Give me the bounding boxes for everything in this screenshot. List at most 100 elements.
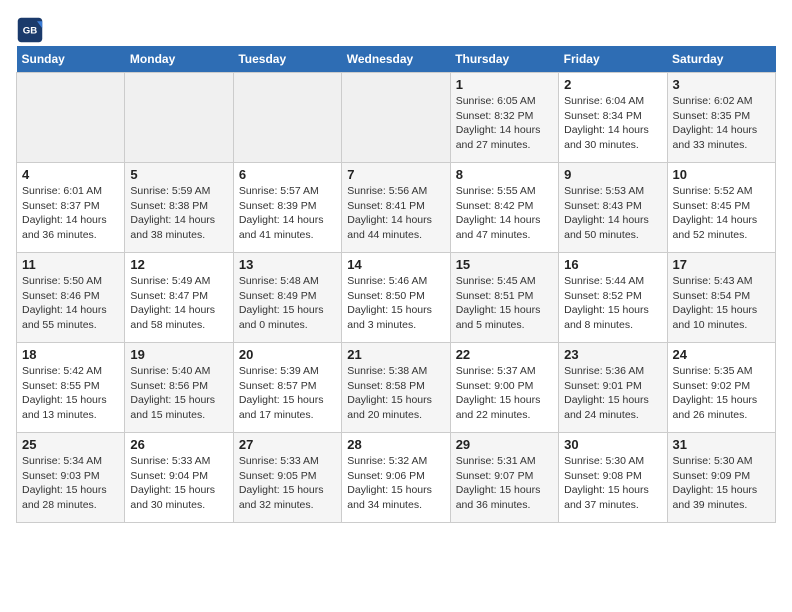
day-info: Sunrise: 5:46 AM Sunset: 8:50 PM Dayligh… <box>347 274 444 333</box>
day-number: 5 <box>130 167 227 182</box>
day-number: 3 <box>673 77 770 92</box>
calendar-cell <box>342 73 450 163</box>
day-number: 7 <box>347 167 444 182</box>
week-row-5: 25 Sunrise: 5:34 AM Sunset: 9:03 PM Dayli… <box>17 433 776 523</box>
day-number: 20 <box>239 347 336 362</box>
day-info: Sunrise: 5:44 AM Sunset: 8:52 PM Dayligh… <box>564 274 661 333</box>
calendar-cell: 20Sunrise: 5:39 AM Sunset: 8:57 PM Dayli… <box>233 343 341 433</box>
calendar-cell: 31 Sunrise: 5:30 AM Sunset: 9:09 PM Dayli… <box>667 433 775 523</box>
day-number: 28 <box>347 437 444 452</box>
logo: GB <box>16 16 52 44</box>
day-info: Sunrise: 5:56 AM Sunset: 8:41 PM Dayligh… <box>347 184 444 243</box>
logo-icon: GB <box>16 16 44 44</box>
calendar-cell <box>125 73 233 163</box>
calendar-cell: 30 Sunrise: 5:30 AM Sunset: 9:08 PM Dayli… <box>559 433 667 523</box>
calendar-cell: 26 Sunrise: 5:33 AM Sunset: 9:04 PM Dayli… <box>125 433 233 523</box>
day-info: Sunrise: 5:52 AM Sunset: 8:45 PM Dayligh… <box>673 184 770 243</box>
day-info: Sunrise: 5:33 AM Sunset: 9:05 PM Dayligh… <box>239 454 336 513</box>
day-number: 9 <box>564 167 661 182</box>
day-info: Sunrise: 6:04 AM Sunset: 8:34 PM Dayligh… <box>564 94 661 153</box>
day-info: Sunrise: 5:36 AM Sunset: 9:01 PM Dayligh… <box>564 364 661 423</box>
calendar-cell: 3 Sunrise: 6:02 AM Sunset: 8:35 PM Daylig… <box>667 73 775 163</box>
day-number: 4 <box>22 167 119 182</box>
day-info: Sunrise: 5:32 AM Sunset: 9:06 PM Dayligh… <box>347 454 444 513</box>
day-info: Sunrise: 5:49 AM Sunset: 8:47 PM Dayligh… <box>130 274 227 333</box>
calendar-cell: 13 Sunrise: 5:48 AM Sunset: 8:49 PM Dayli… <box>233 253 341 343</box>
day-number: 25 <box>22 437 119 452</box>
day-number: 23 <box>564 347 661 362</box>
calendar-cell: 14 Sunrise: 5:46 AM Sunset: 8:50 PM Dayli… <box>342 253 450 343</box>
day-number: 18 <box>22 347 119 362</box>
day-info: Sunrise: 5:50 AM Sunset: 8:46 PM Dayligh… <box>22 274 119 333</box>
header-saturday: Saturday <box>667 46 775 73</box>
day-info: Sunrise: 5:59 AM Sunset: 8:38 PM Dayligh… <box>130 184 227 243</box>
calendar-cell: 23 Sunrise: 5:36 AM Sunset: 9:01 PM Dayli… <box>559 343 667 433</box>
calendar-cell: 4 Sunrise: 6:01 AM Sunset: 8:37 PM Daylig… <box>17 163 125 253</box>
calendar-cell: 21 Sunrise: 5:38 AM Sunset: 8:58 PM Dayli… <box>342 343 450 433</box>
header-monday: Monday <box>125 46 233 73</box>
calendar-cell: 24Sunrise: 5:35 AM Sunset: 9:02 PM Dayli… <box>667 343 775 433</box>
header-wednesday: Wednesday <box>342 46 450 73</box>
calendar-cell: 17 Sunrise: 5:43 AM Sunset: 8:54 PM Dayli… <box>667 253 775 343</box>
day-number: 26 <box>130 437 227 452</box>
day-number: 10 <box>673 167 770 182</box>
day-number: 15 <box>456 257 553 272</box>
day-number: 13 <box>239 257 336 272</box>
calendar-cell: 6 Sunrise: 5:57 AM Sunset: 8:39 PM Daylig… <box>233 163 341 253</box>
day-info: Sunrise: 5:37 AM Sunset: 9:00 PM Dayligh… <box>456 364 553 423</box>
day-number: 31 <box>673 437 770 452</box>
calendar-table: SundayMondayTuesdayWednesdayThursdayFrid… <box>16 46 776 523</box>
week-row-4: 18 Sunrise: 5:42 AM Sunset: 8:55 PM Dayli… <box>17 343 776 433</box>
calendar-cell: 1 Sunrise: 6:05 AM Sunset: 8:32 PM Daylig… <box>450 73 558 163</box>
day-info: Sunrise: 5:55 AM Sunset: 8:42 PM Dayligh… <box>456 184 553 243</box>
day-info: Sunrise: 5:34 AM Sunset: 9:03 PM Dayligh… <box>22 454 119 513</box>
day-info: Sunrise: 6:05 AM Sunset: 8:32 PM Dayligh… <box>456 94 553 153</box>
day-number: 21 <box>347 347 444 362</box>
day-info: Sunrise: 5:30 AM Sunset: 9:08 PM Dayligh… <box>564 454 661 513</box>
calendar-cell: 16Sunrise: 5:44 AM Sunset: 8:52 PM Dayli… <box>559 253 667 343</box>
calendar-cell <box>17 73 125 163</box>
calendar-cell: 9 Sunrise: 5:53 AM Sunset: 8:43 PM Daylig… <box>559 163 667 253</box>
calendar-cell: 8Sunrise: 5:55 AM Sunset: 8:42 PM Daylig… <box>450 163 558 253</box>
calendar-header: SundayMondayTuesdayWednesdayThursdayFrid… <box>17 46 776 73</box>
svg-text:GB: GB <box>23 26 37 37</box>
header-tuesday: Tuesday <box>233 46 341 73</box>
day-number: 6 <box>239 167 336 182</box>
day-number: 12 <box>130 257 227 272</box>
calendar-cell: 19 Sunrise: 5:40 AM Sunset: 8:56 PM Dayli… <box>125 343 233 433</box>
day-info: Sunrise: 5:38 AM Sunset: 8:58 PM Dayligh… <box>347 364 444 423</box>
day-number: 1 <box>456 77 553 92</box>
day-info: Sunrise: 5:43 AM Sunset: 8:54 PM Dayligh… <box>673 274 770 333</box>
calendar-cell: 7 Sunrise: 5:56 AM Sunset: 8:41 PM Daylig… <box>342 163 450 253</box>
calendar-cell: 10 Sunrise: 5:52 AM Sunset: 8:45 PM Dayli… <box>667 163 775 253</box>
header-friday: Friday <box>559 46 667 73</box>
week-row-1: 1 Sunrise: 6:05 AM Sunset: 8:32 PM Daylig… <box>17 73 776 163</box>
calendar-cell: 15Sunrise: 5:45 AM Sunset: 8:51 PM Dayli… <box>450 253 558 343</box>
day-info: Sunrise: 5:53 AM Sunset: 8:43 PM Dayligh… <box>564 184 661 243</box>
day-number: 11 <box>22 257 119 272</box>
day-info: Sunrise: 5:42 AM Sunset: 8:55 PM Dayligh… <box>22 364 119 423</box>
day-info: Sunrise: 5:30 AM Sunset: 9:09 PM Dayligh… <box>673 454 770 513</box>
calendar-cell: 28 Sunrise: 5:32 AM Sunset: 9:06 PM Dayli… <box>342 433 450 523</box>
day-number: 22 <box>456 347 553 362</box>
day-info: Sunrise: 5:48 AM Sunset: 8:49 PM Dayligh… <box>239 274 336 333</box>
calendar-cell: 27Sunrise: 5:33 AM Sunset: 9:05 PM Dayli… <box>233 433 341 523</box>
day-info: Sunrise: 6:02 AM Sunset: 8:35 PM Dayligh… <box>673 94 770 153</box>
header-sunday: Sunday <box>17 46 125 73</box>
day-info: Sunrise: 5:40 AM Sunset: 8:56 PM Dayligh… <box>130 364 227 423</box>
calendar-cell <box>233 73 341 163</box>
day-number: 19 <box>130 347 227 362</box>
calendar-cell: 2Sunrise: 6:04 AM Sunset: 8:34 PM Daylig… <box>559 73 667 163</box>
week-row-2: 4 Sunrise: 6:01 AM Sunset: 8:37 PM Daylig… <box>17 163 776 253</box>
day-info: Sunrise: 6:01 AM Sunset: 8:37 PM Dayligh… <box>22 184 119 243</box>
calendar-cell: 29Sunrise: 5:31 AM Sunset: 9:07 PM Dayli… <box>450 433 558 523</box>
day-number: 30 <box>564 437 661 452</box>
day-number: 14 <box>347 257 444 272</box>
day-number: 17 <box>673 257 770 272</box>
day-info: Sunrise: 5:35 AM Sunset: 9:02 PM Dayligh… <box>673 364 770 423</box>
day-info: Sunrise: 5:57 AM Sunset: 8:39 PM Dayligh… <box>239 184 336 243</box>
calendar-cell: 18 Sunrise: 5:42 AM Sunset: 8:55 PM Dayli… <box>17 343 125 433</box>
calendar-cell: 22 Sunrise: 5:37 AM Sunset: 9:00 PM Dayli… <box>450 343 558 433</box>
calendar-cell: 5 Sunrise: 5:59 AM Sunset: 8:38 PM Daylig… <box>125 163 233 253</box>
day-info: Sunrise: 5:33 AM Sunset: 9:04 PM Dayligh… <box>130 454 227 513</box>
